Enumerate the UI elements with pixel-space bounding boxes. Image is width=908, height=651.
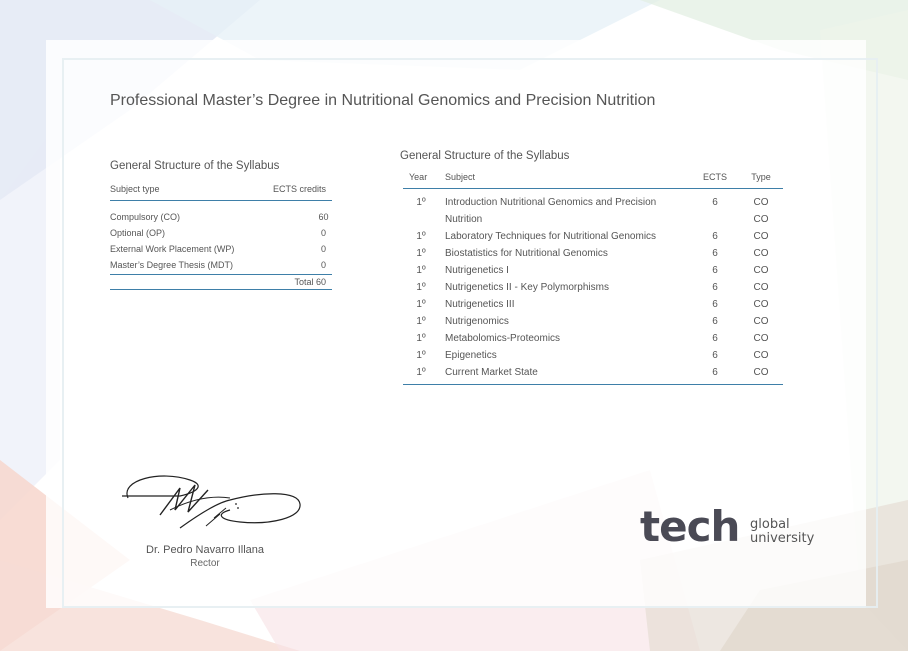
ects: 6 — [712, 231, 718, 242]
summary-header-row: Subject type ECTS credits — [110, 182, 332, 201]
type: CO — [753, 299, 769, 310]
year: 1º — [416, 350, 426, 361]
type: CO — [753, 214, 769, 225]
subject: Nutrigenomics — [445, 316, 509, 327]
table-row: 1º Biostatistics for Nutritional Genomic… — [403, 245, 783, 262]
col-ects-credits: ECTS credits — [245, 182, 332, 201]
syllabus-header-row: Year Subject ECTS Type — [403, 170, 783, 189]
subject: Introduction Nutritional Genomics and Pr… — [445, 197, 657, 208]
subject-type: Master’s Degree Thesis (MDT) — [110, 256, 246, 275]
subject: Nutrigenetics I — [445, 265, 509, 276]
subject: Epigenetics — [445, 350, 497, 361]
year: 1º — [416, 265, 426, 276]
type: CO — [753, 282, 769, 293]
type: CO — [753, 316, 769, 327]
subject: Nutrigenetics II - Key Polymorphisms — [445, 282, 609, 293]
ects: 6 — [712, 197, 718, 208]
year: 1º — [416, 299, 426, 310]
type: CO — [753, 231, 769, 242]
year — [403, 211, 439, 228]
subject: Biostatistics for Nutritional Genomics — [445, 248, 608, 259]
ects: 6 — [712, 350, 718, 361]
summary-row: Master’s Degree Thesis (MDT) 0 — [110, 256, 332, 275]
table-row: 1º Laboratory Techniques for Nutritional… — [403, 228, 783, 245]
type: CO — [753, 333, 769, 344]
col-subject: Subject — [439, 170, 691, 189]
table-row: 1º Introduction Nutritional Genomics and… — [403, 189, 783, 212]
table-row: Nutrition CO — [403, 211, 783, 228]
signature-image — [122, 475, 301, 529]
ects: 6 — [712, 282, 718, 293]
ects — [691, 211, 739, 228]
type: CO — [753, 248, 769, 259]
syllabus-table: Year Subject ECTS Type 1º Introduction N… — [403, 170, 783, 385]
ects: 6 — [712, 248, 718, 259]
year: 1º — [416, 197, 426, 208]
col-type: Type — [739, 170, 783, 189]
summary-heading: General Structure of the Syllabus — [110, 160, 280, 172]
year: 1º — [416, 231, 426, 242]
document-title: Professional Master’s Degree in Nutritio… — [110, 92, 656, 109]
tech-logo: tech global university — [640, 504, 820, 554]
subject: Metabolomics-Proteomics — [445, 333, 561, 344]
logo-tagline-line2: university — [750, 531, 815, 546]
subject: Laboratory Techniques for Nutritional Ge… — [445, 231, 657, 242]
ects: 6 — [712, 333, 718, 344]
logo-wordmark: tech — [640, 502, 740, 551]
total-credits: Total 60 — [110, 274, 332, 290]
ects: 6 — [712, 265, 718, 276]
col-year: Year — [403, 170, 439, 189]
summary-row: Optional (OP) 0 — [110, 225, 332, 241]
credits: 0 — [321, 227, 327, 238]
col-ects: ECTS — [691, 170, 739, 189]
credits: 0 — [245, 256, 332, 275]
type: CO — [753, 265, 769, 276]
table-row: 1º Current Market State 6 CO — [403, 364, 783, 385]
year: 1º — [403, 364, 439, 385]
subject-type: Optional (OP) — [110, 227, 166, 238]
credits: 60 — [318, 211, 329, 222]
col-subject-type: Subject type — [110, 182, 246, 201]
logo-tagline-line1: global — [750, 517, 790, 532]
ects: 6 — [712, 299, 718, 310]
subject-type: Compulsory (CO) — [110, 211, 181, 222]
type: CO — [753, 350, 769, 361]
year: 1º — [416, 282, 426, 293]
year: 1º — [416, 333, 426, 344]
table-row: 1º Nutrigenetics I 6 CO — [403, 262, 783, 279]
subject: Nutrigenetics III — [445, 299, 515, 310]
ects: 6 — [691, 364, 739, 385]
subject-type: External Work Placement (WP) — [110, 243, 235, 254]
ects: 6 — [712, 316, 718, 327]
table-row: 1º Nutrigenomics 6 CO — [403, 313, 783, 330]
type: CO — [739, 364, 783, 385]
subject: Nutrition — [445, 214, 483, 225]
syllabus-heading: General Structure of the Syllabus — [400, 150, 570, 162]
summary-total-row: Total 60 — [110, 274, 332, 290]
summary-row: Compulsory (CO) 60 — [110, 209, 332, 225]
signer-block: Dr. Pedro Navarro Illana Rector — [110, 544, 300, 569]
table-row: 1º Nutrigenetics II - Key Polymorphisms … — [403, 279, 783, 296]
subject: Current Market State — [439, 364, 691, 385]
logo-tagline: global university — [750, 518, 814, 546]
table-row: 1º Epigenetics 6 CO — [403, 347, 783, 364]
year: 1º — [416, 316, 426, 327]
summary-table: Subject type ECTS credits Compulsory (CO… — [110, 182, 332, 290]
table-row: 1º Nutrigenetics III 6 CO — [403, 296, 783, 313]
summary-row: External Work Placement (WP) 0 — [110, 241, 332, 257]
signer-name: Dr. Pedro Navarro Illana — [146, 544, 264, 556]
signer-role: Rector — [190, 558, 220, 569]
credits: 0 — [321, 243, 327, 254]
type: CO — [753, 197, 769, 208]
table-row: 1º Metabolomics-Proteomics 6 CO — [403, 330, 783, 347]
year: 1º — [416, 248, 426, 259]
